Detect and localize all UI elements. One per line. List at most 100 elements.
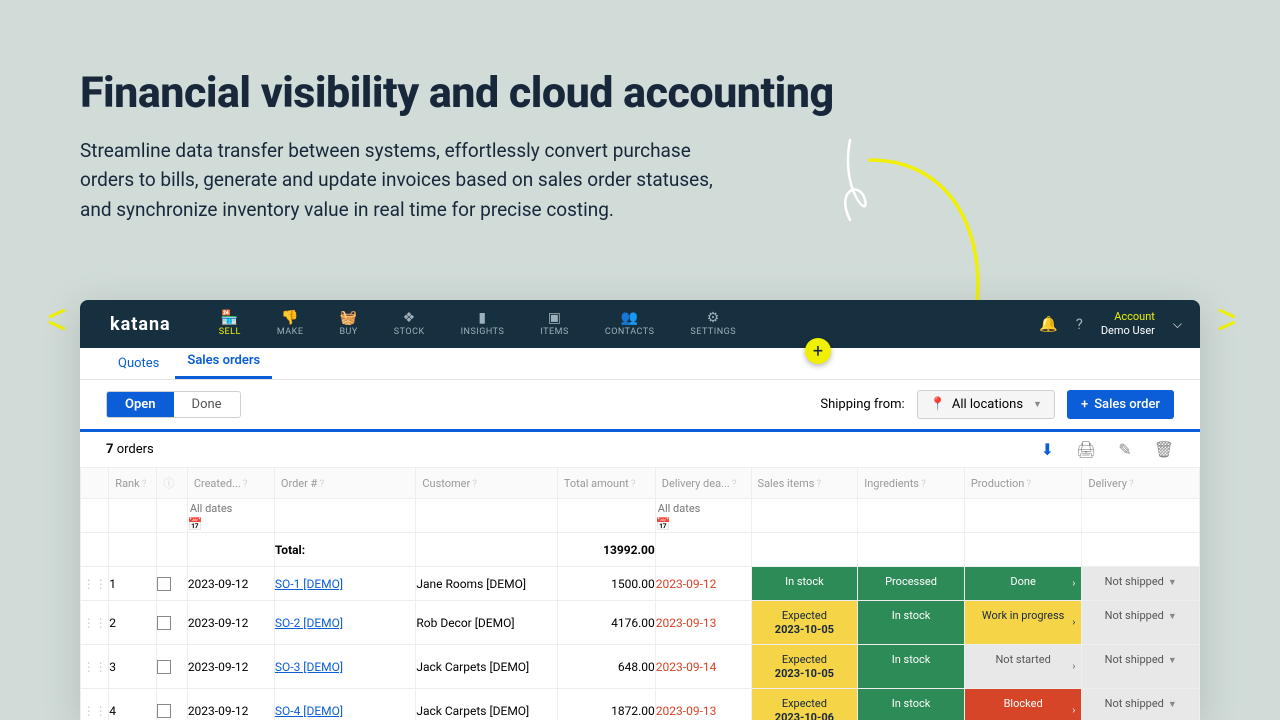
table-row: ⋮⋮22023-09-12SO-2 [DEMO]Rob Decor [DEMO]… [81,601,1200,645]
order-cell[interactable]: SO-1 [DEMO] [274,567,415,601]
filter-deadline[interactable] [656,500,751,517]
delete-icon[interactable]: 🗑 [1154,440,1174,459]
customer-cell: Jack Carpets [DEMO] [416,645,557,689]
status-badge[interactable]: In stock [752,567,858,600]
status-badge[interactable]: In stock [858,601,964,644]
col-order[interactable]: Order #? [274,468,415,499]
caret-down-icon: ▼ [1033,399,1042,410]
col-created[interactable]: Created...? [187,468,274,499]
tab-quotes[interactable]: Quotes [106,348,171,379]
status-badge[interactable]: In stock [858,689,964,720]
delivery-status[interactable]: Not shipped▼ [1082,601,1199,644]
tab-sales-orders[interactable]: Sales orders [175,345,272,379]
col-total[interactable]: Total amount? [557,468,655,499]
chevron-right-icon: › [1072,705,1075,716]
chevron-down-icon[interactable]: ⌵ [1173,317,1182,332]
nav-settings[interactable]: ⚙SETTINGS [672,300,754,348]
topbar: katana 🏪SELL👎MAKE🧺BUY❖STOCK▮INSIGHTS▣ITE… [80,300,1200,348]
nav-sell[interactable]: 🏪SELL [201,300,259,348]
add-fab[interactable]: + [805,338,831,364]
brand-logo[interactable]: katana [80,314,201,335]
orders-table: Rank? ⓘ Created...? Order #? Customer? T… [80,467,1200,720]
nav-stock[interactable]: ❖STOCK [376,300,443,348]
col-delivery-deadline[interactable]: Delivery dea...? [655,468,751,499]
hero-title: Financial visibility and cloud accountin… [80,68,1200,118]
status-badge[interactable]: Done› [965,567,1082,600]
delivery-status[interactable]: Not shipped▼ [1082,567,1199,600]
delivery-status[interactable]: Not shipped▼ [1082,645,1199,688]
nav-items[interactable]: ▣ITEMS [522,300,587,348]
order-cell[interactable]: SO-4 [DEMO] [274,689,415,720]
deadline-cell: 2023-09-13 [655,689,751,720]
nav-insights[interactable]: ▮INSIGHTS [443,300,523,348]
col-sales-items[interactable]: Sales items? [751,468,858,499]
edit-icon[interactable]: ✎ [1118,440,1131,459]
table-row: ⋮⋮42023-09-12SO-4 [DEMO]Jack Carpets [DE… [81,689,1200,720]
hero-body: Streamline data transfer between systems… [80,136,740,224]
table-row: ⋮⋮32023-09-12SO-3 [DEMO]Jack Carpets [DE… [81,645,1200,689]
caret-down-icon: ▼ [1168,656,1177,666]
order-count-label: orders [113,442,153,457]
nav-buy[interactable]: 🧺BUY [321,300,375,348]
account-label: Account [1101,310,1155,324]
created-cell: 2023-09-12 [187,567,274,601]
total-label: Total: [274,533,415,567]
filter-row: 📅 📅 [81,499,1200,533]
customer-cell: Rob Decor [DEMO] [416,601,557,645]
col-ingredients[interactable]: Ingredients? [858,468,965,499]
status-badge[interactable]: Blocked› [965,689,1082,720]
new-sales-order-button[interactable]: + Sales order [1067,390,1174,419]
order-cell[interactable]: SO-2 [DEMO] [274,601,415,645]
drag-handle[interactable]: ⋮⋮ [81,567,109,601]
customer-cell: Jack Carpets [DEMO] [416,689,557,720]
col-delivery[interactable]: Delivery? [1082,468,1200,499]
col-info[interactable]: ⓘ [157,468,187,499]
filter-order[interactable] [275,507,415,524]
download-icon[interactable]: ⬇ [1041,440,1054,459]
drag-handle[interactable]: ⋮⋮ [81,645,109,689]
checkbox-cell[interactable] [157,567,187,601]
toolbar: Open Done Shipping from: 📍 All locations… [80,380,1200,429]
drag-handle[interactable]: ⋮⋮ [81,601,109,645]
list-header: 7 orders ⬇ 🖨 ✎ 🗑 [80,432,1200,467]
make-icon: 👎 [282,311,298,325]
filter-amount[interactable] [558,507,655,524]
shipping-label: Shipping from: [820,397,904,412]
print-icon[interactable]: 🖨 [1076,440,1096,459]
bell-icon[interactable]: 🔔 [1039,315,1058,333]
nav-make[interactable]: 👎MAKE [259,300,322,348]
nav-contacts[interactable]: 👥CONTACTS [587,300,673,348]
table-header-row: Rank? ⓘ Created...? Order #? Customer? T… [81,468,1200,499]
checkbox-cell[interactable] [157,645,187,689]
filter-customer[interactable] [416,507,556,524]
status-badge[interactable]: Expected2023-10-06 [752,689,858,720]
segment-done[interactable]: Done [174,392,240,417]
status-badge[interactable]: Processed [858,567,964,600]
app-window: katana 🏪SELL👎MAKE🧺BUY❖STOCK▮INSIGHTS▣ITE… [80,300,1200,720]
checkbox-cell[interactable] [157,601,187,645]
checkbox-cell[interactable] [157,689,187,720]
delivery-status[interactable]: Not shipped▼ [1082,689,1199,720]
account-menu[interactable]: Account Demo User [1101,310,1155,339]
sell-icon: 🏪 [222,311,238,325]
contacts-icon: 👥 [622,311,638,325]
location-filter[interactable]: 📍 All locations ▼ [917,390,1055,419]
total-amount: 13992.00 [557,533,655,567]
segment-open[interactable]: Open [107,392,174,417]
status-badge[interactable]: Expected2023-10-05 [752,645,858,688]
open-done-segment: Open Done [106,391,241,418]
status-badge[interactable]: Not started› [965,645,1082,688]
table-row: ⋮⋮12023-09-12SO-1 [DEMO]Jane Rooms [DEMO… [81,567,1200,601]
col-production[interactable]: Production? [964,468,1082,499]
col-customer[interactable]: Customer? [416,468,557,499]
status-badge[interactable]: In stock [858,645,964,688]
filter-created[interactable] [188,500,274,517]
help-icon[interactable]: ? [1076,315,1083,333]
order-cell[interactable]: SO-3 [DEMO] [274,645,415,689]
drag-handle[interactable]: ⋮⋮ [81,689,109,720]
amount-cell: 1500.00 [557,567,655,601]
status-badge[interactable]: Work in progress› [965,601,1082,644]
status-badge[interactable]: Expected2023-10-05 [752,601,858,644]
col-rank[interactable]: Rank? [109,468,157,499]
deadline-cell: 2023-09-12 [655,567,751,601]
